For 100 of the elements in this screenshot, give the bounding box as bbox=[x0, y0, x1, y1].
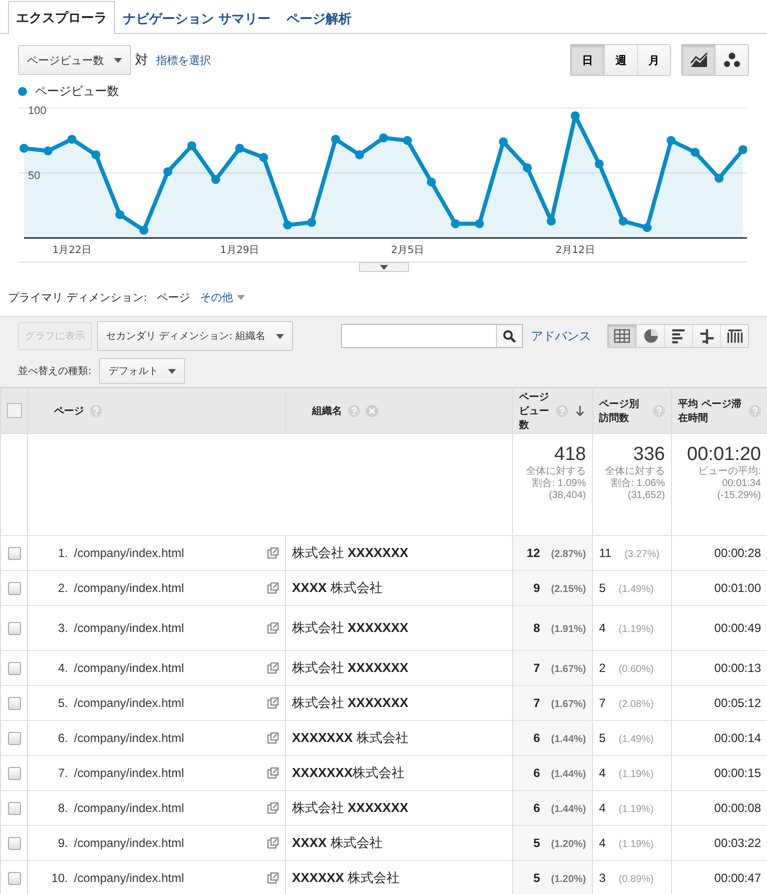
pageviews-percent: (1.20%) bbox=[550, 839, 586, 850]
sort-dropdown[interactable]: デフォルト bbox=[99, 358, 186, 384]
data-point bbox=[618, 216, 628, 226]
page-path: /company/index.html bbox=[74, 581, 186, 595]
help-icon bbox=[90, 404, 102, 416]
avg-time: 00:00:28 bbox=[714, 546, 761, 560]
metric-dropdown[interactable]: ページビュー数 bbox=[18, 45, 131, 75]
row-checkbox[interactable] bbox=[8, 766, 20, 780]
external-link-icon bbox=[267, 767, 279, 779]
tab[interactable]: ナビゲーション サマリー bbox=[115, 2, 279, 34]
caret-icon bbox=[380, 264, 388, 270]
dimension-label: プライマリ ディメンション: bbox=[8, 290, 148, 304]
pageviews-percent: (1.67%) bbox=[550, 699, 586, 710]
external-link-icon bbox=[267, 582, 279, 594]
data-point bbox=[20, 144, 28, 153]
view-button[interactable] bbox=[636, 325, 664, 347]
data-point bbox=[690, 148, 700, 157]
organization-name: 株式会社 XXXXXXX bbox=[292, 800, 408, 815]
view-button[interactable] bbox=[692, 325, 720, 347]
data-point bbox=[426, 178, 436, 187]
help-icon bbox=[348, 404, 360, 416]
page-path: /company/index.html bbox=[74, 696, 186, 710]
search-field[interactable] bbox=[341, 324, 523, 348]
data-point bbox=[139, 226, 148, 235]
legend-label: ページビュー数 bbox=[35, 82, 119, 100]
column-header[interactable]: ページ bbox=[28, 388, 286, 434]
row-checkbox[interactable] bbox=[8, 802, 20, 814]
visits-value: 5 bbox=[599, 581, 606, 595]
row-checkbox[interactable] bbox=[8, 836, 20, 850]
visits-percent: (1.19%) bbox=[618, 769, 654, 780]
row-number: 7. bbox=[56, 766, 69, 780]
page-path: /company/index.html bbox=[74, 871, 186, 885]
data-point bbox=[259, 152, 268, 162]
advanced-link[interactable]: アドバンス bbox=[531, 328, 591, 344]
pageviews-value: 6 bbox=[533, 801, 540, 815]
total-value: 00:01:20 bbox=[686, 444, 761, 466]
data-point bbox=[187, 141, 196, 150]
organization-name: XXXX 株式会社 bbox=[292, 835, 382, 850]
total-note: ビューの平均: 00:01:34 (-15.29%) bbox=[697, 466, 761, 502]
tab[interactable]: ページ解析 bbox=[278, 2, 360, 34]
organization-name: 株式会社 XXXXXXX bbox=[292, 545, 408, 560]
visits-value: 5 bbox=[599, 731, 606, 745]
external-link-icon bbox=[267, 547, 279, 559]
pageviews-percent: (1.44%) bbox=[550, 769, 586, 780]
caret-icon bbox=[276, 334, 284, 338]
chart-type-button[interactable] bbox=[715, 45, 748, 75]
row-number: 2. bbox=[56, 581, 69, 595]
visits-percent: (1.49%) bbox=[618, 584, 654, 595]
row-checkbox[interactable] bbox=[8, 662, 20, 674]
avg-time: 00:00:13 bbox=[714, 661, 761, 675]
view-button[interactable] bbox=[720, 325, 748, 347]
row-number: 10. bbox=[50, 871, 69, 885]
visits-value: 4 bbox=[599, 836, 606, 850]
total-note: 全体に対する割合: 1.06% (31,652) bbox=[604, 466, 665, 502]
pageviews-percent: (2.87%) bbox=[550, 549, 586, 560]
data-point bbox=[91, 150, 100, 160]
secondary-dimension-dropdown[interactable]: セカンダリ ディメンション: 組織名 bbox=[97, 321, 293, 351]
external-link-icon bbox=[267, 732, 279, 744]
row-number: 6. bbox=[56, 731, 69, 745]
sort-label: 並べ替えの種類: bbox=[18, 364, 92, 378]
view-button[interactable] bbox=[608, 325, 636, 347]
page-path: /company/index.html bbox=[74, 661, 186, 675]
dimension-current[interactable]: ページ bbox=[157, 290, 190, 304]
row-checkbox[interactable] bbox=[8, 582, 20, 594]
select-all-checkbox[interactable] bbox=[7, 403, 22, 418]
avg-time: 00:00:08 bbox=[714, 801, 761, 815]
visits-percent: (0.60%) bbox=[618, 664, 654, 675]
period-button[interactable]: 日 bbox=[571, 45, 604, 75]
chart-type-button[interactable] bbox=[682, 45, 715, 75]
column-header[interactable]: ページ別訪問数 bbox=[592, 388, 672, 434]
row-checkbox[interactable] bbox=[8, 696, 20, 710]
page-path: /company/index.html bbox=[74, 801, 186, 815]
column-header[interactable]: 組織名 bbox=[286, 388, 512, 434]
tab[interactable]: エクスプローラ bbox=[8, 1, 115, 34]
view-button[interactable] bbox=[664, 325, 692, 347]
avg-time: 00:03:22 bbox=[714, 836, 761, 850]
data-point bbox=[450, 219, 460, 228]
x-tick-label: 1月29日 bbox=[220, 245, 260, 256]
period-button[interactable]: 週 bbox=[604, 45, 637, 75]
grid-icon bbox=[613, 328, 631, 344]
row-number: 1. bbox=[56, 546, 69, 560]
avg-time: 00:00:47 bbox=[714, 871, 761, 885]
data-point bbox=[594, 159, 604, 168]
select-metric-link[interactable]: 指標を選択 bbox=[156, 52, 211, 68]
other-dimension-link[interactable]: その他 bbox=[200, 290, 246, 304]
search-button[interactable] bbox=[496, 325, 522, 347]
period-button[interactable]: 月 bbox=[637, 45, 670, 75]
column-header[interactable]: 平均 ページ滞在時間 bbox=[672, 388, 767, 434]
pageviews-value: 12 bbox=[526, 546, 540, 560]
row-checkbox[interactable] bbox=[8, 546, 20, 560]
collapse-chart-button[interactable] bbox=[358, 262, 408, 272]
row-checkbox[interactable] bbox=[8, 732, 20, 744]
row-checkbox[interactable] bbox=[8, 872, 20, 884]
pageviews-value: 5 bbox=[533, 871, 540, 885]
pageviews-percent: (1.20%) bbox=[550, 874, 586, 885]
comparison-icon bbox=[698, 328, 716, 344]
row-number: 9. bbox=[56, 836, 69, 850]
column-header[interactable]: ページビュー数 bbox=[512, 388, 592, 434]
avg-time: 00:00:49 bbox=[714, 621, 761, 635]
row-checkbox[interactable] bbox=[8, 622, 20, 634]
